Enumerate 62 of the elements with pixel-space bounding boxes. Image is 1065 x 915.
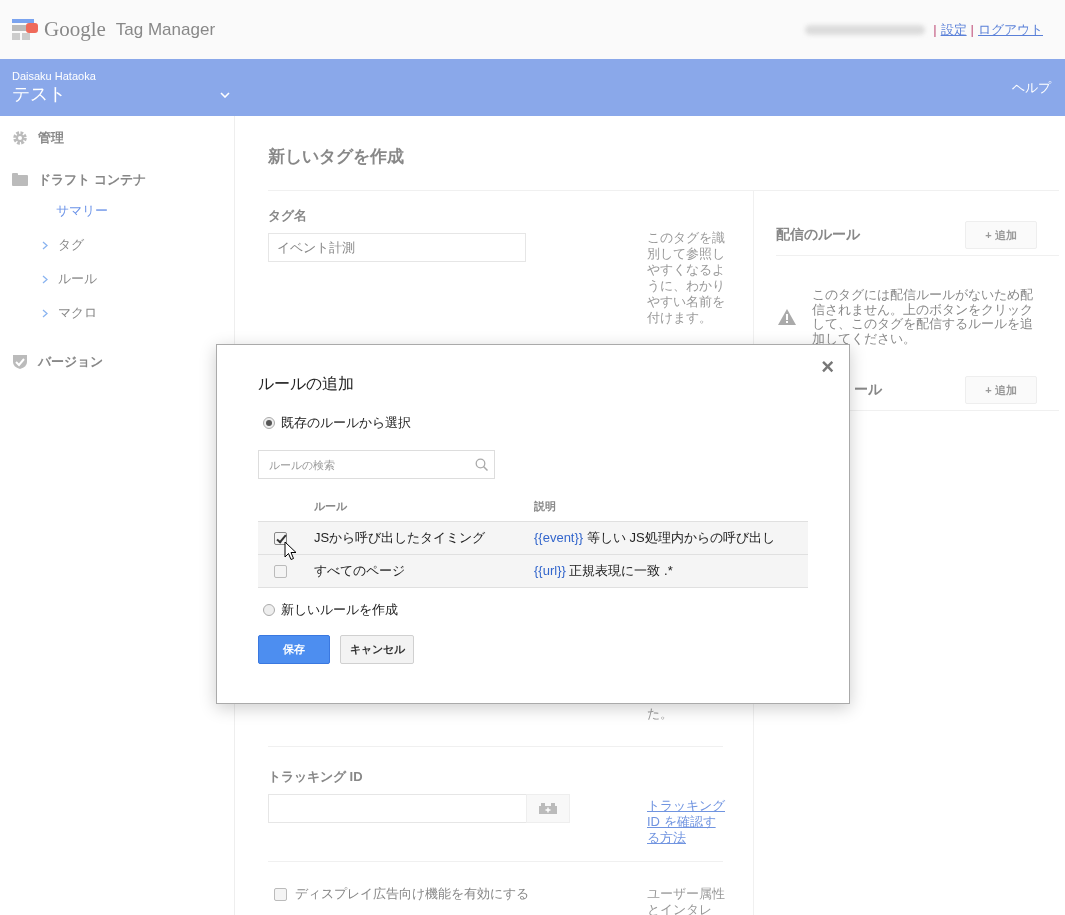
- section-title: 配信のルール: [776, 226, 860, 244]
- chevron-right-icon: [42, 308, 48, 318]
- tracking-id-field[interactable]: [268, 794, 526, 823]
- chevron-right-icon: [42, 274, 48, 284]
- sidebar-item[interactable]: タグ: [0, 228, 234, 262]
- table-cell-text: {{url}} 正規表現に一致 .*: [534, 562, 674, 580]
- add-button[interactable]: + 追加: [965, 221, 1037, 249]
- sidebar-item[interactable]: サマリー: [0, 194, 234, 228]
- checkbox[interactable]: [274, 564, 287, 578]
- brick-plus-icon: [539, 803, 557, 814]
- save-button[interactable]: 保存: [258, 635, 330, 664]
- hint-text: このタグを識別して参照しやすくなるように、わかりやすい名前を付けます。: [647, 229, 725, 326]
- separator: |: [970, 22, 974, 37]
- tag-name-field[interactable]: イベント計測: [268, 233, 526, 262]
- folder-icon: [12, 172, 28, 188]
- checkbox[interactable]: [274, 887, 287, 901]
- field-label: トラッキング ID: [268, 768, 363, 786]
- checkbox-label: ディスプレイ広告向け機能を有効にする: [295, 885, 529, 903]
- sidebar-item[interactable]: ルール: [0, 262, 234, 296]
- column-header: ルール: [314, 498, 348, 514]
- account-name: Daisaku Hataoka: [12, 69, 97, 82]
- table-cell-text: すべてのページ: [314, 562, 406, 580]
- sidebar-section[interactable]: ドラフト コンテナ: [0, 170, 234, 190]
- pointer-cursor-icon: [284, 541, 298, 561]
- field-label: タグ名: [268, 207, 307, 225]
- warning-icon: [778, 309, 796, 325]
- checkbox[interactable]: [274, 531, 287, 545]
- radio-label: 既存のルールから選択: [281, 414, 411, 432]
- header-link[interactable]: 設定: [940, 20, 967, 39]
- cancel-button[interactable]: キャンセル: [340, 635, 414, 664]
- table-cell-text: {{event}} 等しい JS処理内からの呼び出し: [534, 529, 776, 547]
- sidebar-item[interactable]: マクロ: [0, 296, 234, 330]
- help-link[interactable]: トラッキング ID を確認する方法: [647, 768, 725, 846]
- chevron-right-icon: [42, 240, 48, 250]
- brand-name: Google: [44, 17, 106, 42]
- search-field[interactable]: ルールの検索: [258, 450, 495, 479]
- table-row[interactable]: すべてのページ {{url}} 正規表現に一致 .*: [258, 554, 808, 588]
- container-name[interactable]: テスト: [12, 81, 66, 106]
- hint-text: た。: [647, 706, 674, 722]
- shield-check-icon: [12, 354, 28, 370]
- product-name: Tag Manager: [115, 19, 216, 40]
- gear-icon: [12, 130, 28, 146]
- radio-label: 新しいルールを作成: [281, 601, 398, 619]
- search-icon: [475, 458, 488, 471]
- header-link[interactable]: ログアウト: [978, 20, 1043, 39]
- table-cell-text: JSから呼び出したタイミング: [314, 529, 487, 547]
- dialog-title: ルールの追加: [258, 374, 355, 394]
- page-title: 新しいタグを作成: [268, 116, 1059, 191]
- separator: |: [933, 22, 937, 37]
- sidebar-section[interactable]: バージョン: [0, 352, 234, 372]
- add-button[interactable]: + 追加: [965, 376, 1037, 404]
- tag-manager-logo-icon: [12, 18, 38, 41]
- close-button[interactable]: ×: [821, 356, 834, 378]
- macro-button[interactable]: [526, 794, 570, 823]
- help-link[interactable]: ヘルプ: [1012, 78, 1051, 97]
- sidebar-section[interactable]: 管理: [0, 128, 234, 148]
- column-header: 説明: [534, 498, 557, 514]
- table-row[interactable]: JSから呼び出したタイミング {{event}} 等しい JS処理内からの呼び出し: [258, 521, 808, 554]
- section-title: ール: [853, 381, 882, 399]
- chevron-down-icon: [220, 91, 230, 98]
- radio-button[interactable]: [263, 604, 275, 616]
- radio-button[interactable]: [263, 417, 275, 429]
